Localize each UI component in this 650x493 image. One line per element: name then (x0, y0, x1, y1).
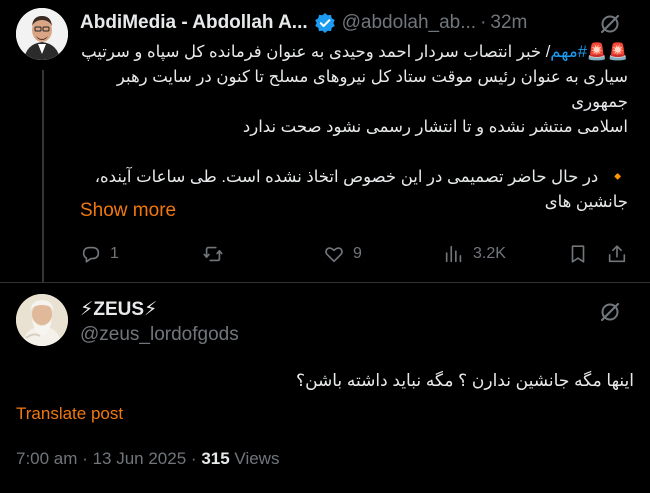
separator: · (190, 449, 197, 468)
share-button[interactable] (606, 243, 628, 265)
post-text-line: 🔸 در حال حاضر تصمیمی در این خصوص اتخاذ ن… (80, 165, 628, 190)
reply-button[interactable]: 1 (80, 243, 119, 265)
separator: · (82, 449, 88, 468)
handle[interactable]: @zeus_lordofgods (80, 324, 239, 346)
repost-button[interactable] (202, 243, 232, 265)
display-name[interactable]: ⚡ZEUS⚡ (80, 298, 157, 321)
action-bar: 1 9 3.2K (80, 243, 634, 267)
post-text-line: اسلامی منتشر نشده و تا انتشار رسمی نشود … (242, 118, 628, 136)
bookmark-button[interactable] (567, 243, 589, 265)
views-count: 315 (201, 449, 230, 468)
avatar-image (16, 294, 68, 346)
post-text-line: سیاری به عنوان رئیس موقت ستاد کل نیروهای… (116, 68, 628, 111)
repost-icon (203, 246, 223, 262)
handle[interactable]: @abdolah_ab... (342, 12, 476, 34)
post-text-line: 🚨🚨#مهم/ خبر انتصاب سردار احمد وحیدی به ع… (80, 40, 628, 65)
post-header: AbdiMedia - Abdollah A... @abdolah_ab...… (80, 10, 527, 36)
separator: · (480, 12, 487, 33)
hashtag-link[interactable]: #مهم (550, 43, 587, 61)
verified-badge-icon (314, 13, 335, 33)
post-text: در حال حاضر تصمیمی در این خصوص اتخاذ نشد… (94, 168, 599, 186)
siren-emoji: 🚨 (607, 43, 628, 61)
views-label: Views (234, 449, 280, 468)
views-icon (445, 245, 462, 263)
show-more-link[interactable]: Show more (80, 200, 176, 222)
views-button[interactable]: 3.2K (443, 243, 506, 265)
post-divider (0, 282, 650, 283)
like-count: 9 (353, 245, 362, 262)
share-icon (608, 245, 626, 263)
grok-icon[interactable] (598, 12, 622, 36)
timestamp[interactable]: 32m (490, 12, 527, 34)
siren-emoji: 🚨 (586, 43, 608, 61)
avatar[interactable] (16, 8, 68, 60)
display-name[interactable]: AbdiMedia - Abdollah A... (80, 12, 308, 34)
like-icon (325, 247, 343, 263)
bookmark-icon (571, 245, 585, 263)
translate-post-link[interactable]: Translate post (16, 404, 123, 424)
post-time[interactable]: 7:00 am (16, 449, 77, 468)
thread-line (42, 70, 44, 282)
avatar-image (16, 8, 68, 60)
post-body: اینها مگه جانشین ندارن ؟ مگه نباید داشته… (296, 371, 634, 390)
grok-icon[interactable] (598, 300, 622, 324)
reply-count: 1 (110, 245, 119, 262)
views-count: 3.2K (473, 245, 506, 262)
post-metadata: 7:00 am · 13 Jun 2025 · 315 Views (16, 449, 279, 469)
post-date[interactable]: 13 Jun 2025 (93, 449, 187, 468)
post-body: 🚨🚨#مهم/ خبر انتصاب سردار احمد وحیدی به ع… (80, 40, 628, 215)
like-button[interactable]: 9 (323, 243, 362, 265)
post-text: / خبر انتصاب سردار احمد وحیدی به عنوان ف… (81, 43, 551, 61)
avatar[interactable] (16, 294, 68, 346)
bullet-emoji: 🔸 (607, 168, 628, 186)
reply-icon (82, 246, 100, 263)
